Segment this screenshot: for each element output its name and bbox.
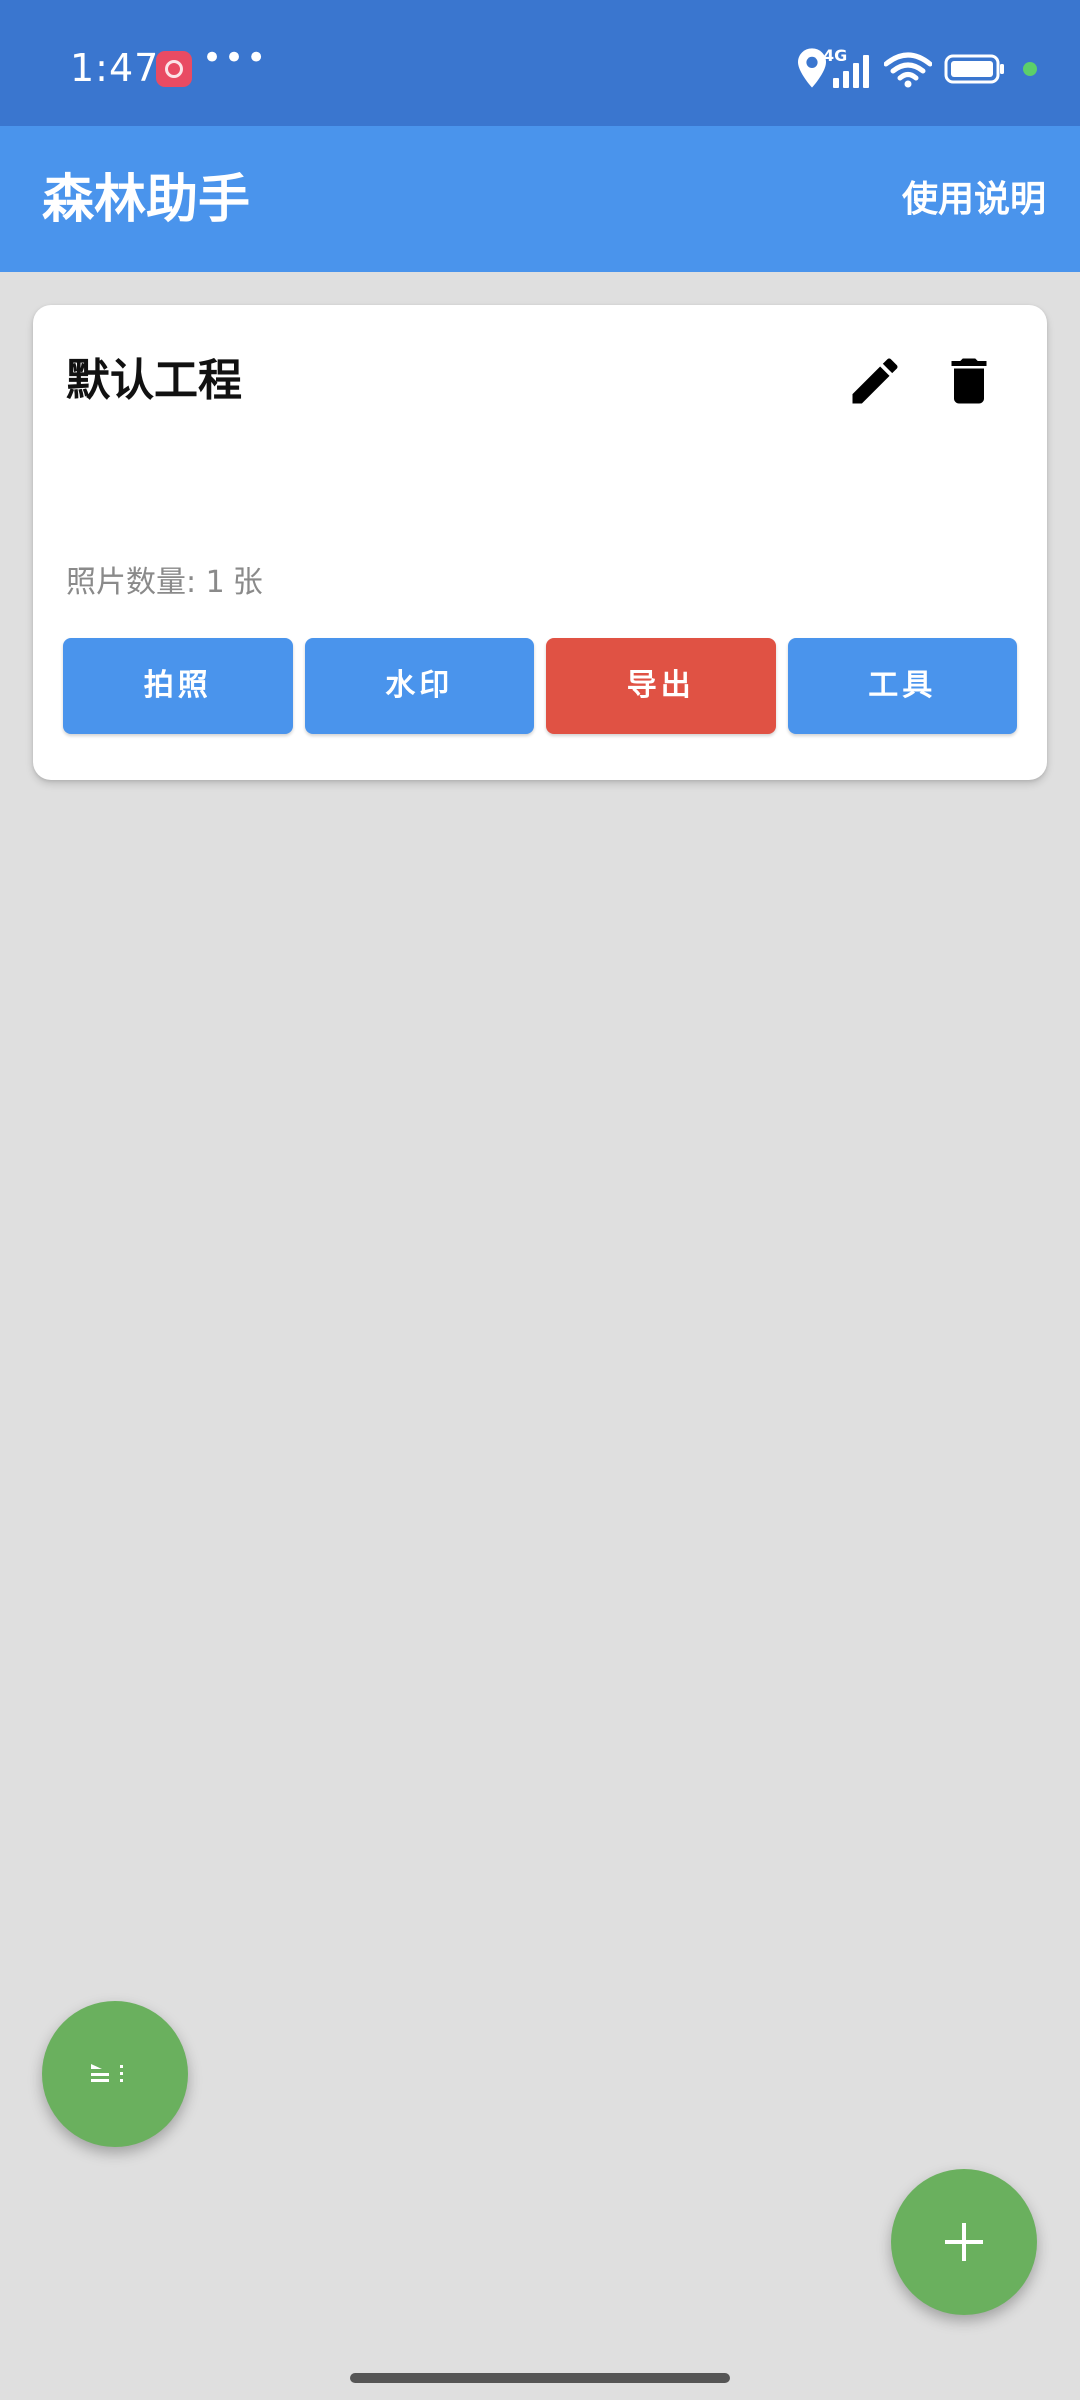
trash-icon bbox=[951, 358, 987, 404]
app-title: 森林助手 bbox=[42, 170, 251, 230]
sort-fab-button[interactable] bbox=[42, 2001, 188, 2147]
more-dots-icon: ••• bbox=[202, 38, 269, 78]
home-gesture-bar[interactable] bbox=[350, 2373, 730, 2383]
status-time: 1:47 bbox=[70, 46, 160, 90]
photo-count-unit: 张 bbox=[232, 565, 263, 600]
tools-button[interactable]: 工具 bbox=[787, 638, 1017, 734]
app-bar: 森林助手 使用说明 bbox=[0, 126, 1080, 272]
export-button[interactable]: 导出 bbox=[546, 638, 776, 734]
add-project-fab-button[interactable] bbox=[891, 2169, 1037, 2315]
sort-icon bbox=[91, 2064, 123, 2082]
pencil-icon bbox=[852, 358, 898, 404]
battery-icon bbox=[944, 54, 1004, 84]
help-button[interactable]: 使用说明 bbox=[902, 176, 1046, 224]
privacy-dot-icon bbox=[1023, 62, 1037, 76]
project-actions: 拍照 水印 导出 工具 bbox=[63, 638, 1017, 734]
project-name: 默认工程 bbox=[66, 355, 242, 406]
watermark-button[interactable]: 水印 bbox=[304, 638, 534, 734]
wifi-icon bbox=[884, 52, 932, 88]
app-notification-icon bbox=[156, 51, 192, 87]
delete-project-button[interactable] bbox=[939, 351, 999, 411]
plus-icon bbox=[945, 2223, 983, 2261]
signal-icon bbox=[833, 55, 869, 88]
status-bar: 1:47 ••• 4G bbox=[0, 0, 1080, 126]
take-photo-button[interactable]: 拍照 bbox=[63, 638, 293, 734]
project-card: 默认工程 照片数量: 1张 拍照 水印 导出 工具 bbox=[33, 305, 1047, 780]
photo-count-label: 照片数量: 1 bbox=[66, 565, 225, 600]
photo-count: 照片数量: 1张 bbox=[66, 563, 263, 603]
edit-project-button[interactable] bbox=[845, 351, 905, 411]
